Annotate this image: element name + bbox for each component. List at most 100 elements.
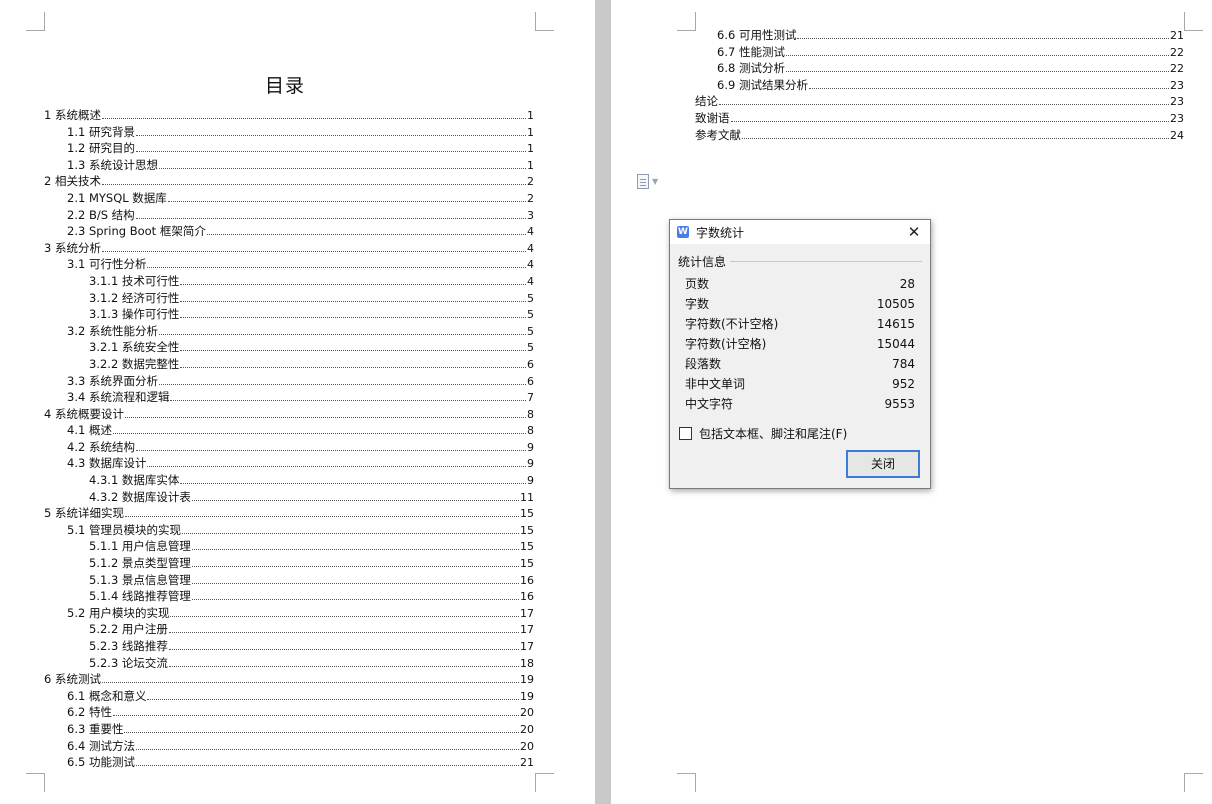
include-textboxes-checkbox[interactable]: 包括文本框、脚注和尾注(F) (679, 425, 847, 442)
toc-entry[interactable]: 5.1.1 用户信息管理 15 (44, 538, 534, 555)
toc-entry[interactable]: 1.3 系统设计思想 1 (44, 157, 534, 174)
toc-entry[interactable]: 5.2.3 论坛交流 18 (44, 655, 534, 672)
toc-dot-leader (191, 588, 519, 601)
toc-entry[interactable]: 致谢语 23 (695, 110, 1184, 127)
toc-entry[interactable]: 5.1.3 景点信息管理 16 (44, 572, 534, 589)
toc-entry-text: 3.3 系统界面分析 (67, 373, 158, 388)
toc-page-number: 23 (1170, 95, 1184, 109)
toc-entry[interactable]: 3.2.1 系统安全性 5 (44, 339, 534, 356)
toc-entry-text: 4.2 系统结构 (67, 439, 135, 454)
toc-entry[interactable]: 6.7 性能测试 22 (695, 44, 1184, 61)
toc-entry[interactable]: 3.1.2 经济可行性 5 (44, 290, 534, 307)
toc-entry[interactable]: 6.3 重要性 20 (44, 721, 534, 738)
toc-dot-leader (101, 173, 526, 186)
toc-entry[interactable]: 4.2 系统结构 9 (44, 439, 534, 456)
toc-page-number: 5 (527, 341, 534, 355)
toc-entry[interactable]: 3.1.1 技术可行性 4 (44, 273, 534, 290)
toc-entry[interactable]: 1 系统概述 1 (44, 107, 534, 124)
toc-entry[interactable]: 3.1 可行性分析 4 (44, 256, 534, 273)
dialog-titlebar[interactable]: W 字数统计 ✕ (670, 220, 930, 244)
toc-entry[interactable]: 结论 23 (695, 93, 1184, 110)
toc-entry[interactable]: 2.2 B/S 结构 3 (44, 207, 534, 224)
toc-entry-text: 1.1 研究背景 (67, 124, 135, 139)
toc-dot-leader (124, 406, 526, 418)
toc-entry[interactable]: 6.9 测试结果分析 23 (695, 77, 1184, 94)
toc-entry[interactable]: 6.5 功能测试 21 (44, 754, 534, 771)
toc-dot-leader (135, 754, 519, 767)
chevron-down-icon: ▼ (652, 176, 659, 186)
toc-page-number: 15 (520, 523, 534, 537)
stat-value: 15044 (876, 337, 915, 351)
toc-page-number: 17 (520, 623, 534, 637)
toc-entry[interactable]: 3.2 系统性能分析 5 (44, 323, 534, 340)
toc-dot-leader (158, 157, 526, 169)
toc-page-number: 23 (1170, 111, 1184, 125)
toc-entry[interactable]: 5.1.2 景点类型管理 15 (44, 555, 534, 572)
toc-entry-text: 5.2 用户模块的实现 (67, 605, 170, 620)
toc-entry[interactable]: 5 系统详细实现 15 (44, 505, 534, 522)
stat-row: 段落数 784 (685, 354, 915, 374)
statistics-section-header: 统计信息 (678, 253, 922, 270)
toc-entry[interactable]: 3.4 系统流程和逻辑 7 (44, 389, 534, 406)
stat-value: 9553 (884, 397, 915, 411)
toc-entry[interactable]: 3.1.3 操作可行性 5 (44, 306, 534, 323)
toc-entry[interactable]: 3 系统分析 4 (44, 240, 534, 257)
toc-dot-leader (101, 240, 526, 252)
toc-entry[interactable]: 5.2 用户模块的实现 17 (44, 605, 534, 622)
toc-entry[interactable]: 4.3 数据库设计 9 (44, 455, 534, 472)
toc-entry[interactable]: 参考文献 24 (695, 127, 1184, 144)
toc-page-number: 21 (1170, 29, 1184, 42)
toc-entry[interactable]: 6.2 特性 20 (44, 704, 534, 721)
document-options-widget[interactable]: ▼ (637, 173, 667, 189)
toc-entry[interactable]: 5.1 管理员模块的实现 15 (44, 522, 534, 539)
toc-entry[interactable]: 3.2.2 数据完整性 6 (44, 356, 534, 373)
toc-entry[interactable]: 5.2.2 用户注册 17 (44, 621, 534, 638)
toc-entry-text: 5.1 管理员模块的实现 (67, 522, 181, 537)
toc-entry[interactable]: 6.1 概念和意义 19 (44, 688, 534, 705)
toc-dot-leader (191, 538, 519, 551)
toc-page-number: 9 (527, 474, 534, 488)
crop-mark (677, 12, 696, 31)
toc-entry[interactable]: 1.2 研究目的 1 (44, 140, 534, 157)
crop-mark (26, 773, 45, 792)
close-button[interactable]: 关闭 (846, 450, 920, 478)
toc-entry-text: 致谢语 (695, 110, 730, 125)
toc-dot-leader (124, 721, 519, 733)
toc-entry[interactable]: 6.6 可用性测试 21 (695, 27, 1184, 44)
toc-entry[interactable]: 2 相关技术 2 (44, 173, 534, 190)
close-icon[interactable]: ✕ (904, 222, 924, 242)
toc-page-number: 6 (527, 357, 534, 371)
toc-entry[interactable]: 4.3.2 数据库设计表 11 (44, 489, 534, 506)
toc-page-number: 4 (527, 225, 534, 239)
toc-entry-text: 1.2 研究目的 (67, 141, 135, 156)
toc-entry-text: 5.2.3 线路推荐 (89, 639, 168, 653)
toc-entry[interactable]: 5.1.4 线路推荐管理 16 (44, 588, 534, 605)
toc-page-number: 16 (520, 573, 534, 587)
toc-entry-text: 3.2.1 系统安全性 (89, 340, 180, 355)
toc-entry[interactable]: 5.2.3 线路推荐 17 (44, 638, 534, 655)
toc-entry[interactable]: 1.1 研究背景 1 (44, 124, 534, 141)
toc-entry[interactable]: 6.4 测试方法 20 (44, 738, 534, 755)
toc-entry[interactable]: 4.3.1 数据库实体 9 (44, 472, 534, 489)
divider (730, 261, 922, 262)
toc-entry-text: 6.4 测试方法 (67, 738, 135, 753)
toc-entry[interactable]: 4 系统概要设计 8 (44, 406, 534, 423)
toc-dot-leader (168, 621, 519, 634)
toc-dot-leader (180, 273, 526, 285)
checkbox[interactable] (679, 427, 692, 440)
toc-entry[interactable]: 2.1 MYSQL 数据库 2 (44, 190, 534, 207)
toc-page-number: 15 (520, 557, 534, 571)
toc-entry[interactable]: 6 系统测试 19 (44, 671, 534, 688)
toc-entry[interactable]: 4.1 概述 8 (44, 422, 534, 439)
document-icon (637, 173, 649, 189)
toc-entry[interactable]: 2.3 Spring Boot 框架简介 4 (44, 223, 534, 240)
stat-label: 字数 (685, 297, 710, 311)
toc-entry[interactable]: 6.8 测试分析 22 (695, 60, 1184, 77)
toc-entry-text: 3.2.2 数据完整性 (89, 356, 180, 371)
toc-dot-leader (112, 704, 519, 717)
toc-entry[interactable]: 3.3 系统界面分析 6 (44, 373, 534, 390)
toc-dot-leader (742, 127, 1169, 139)
crop-mark (677, 773, 696, 792)
toc-entry-text: 3 系统分析 (44, 240, 101, 255)
toc-dot-leader (191, 489, 519, 501)
